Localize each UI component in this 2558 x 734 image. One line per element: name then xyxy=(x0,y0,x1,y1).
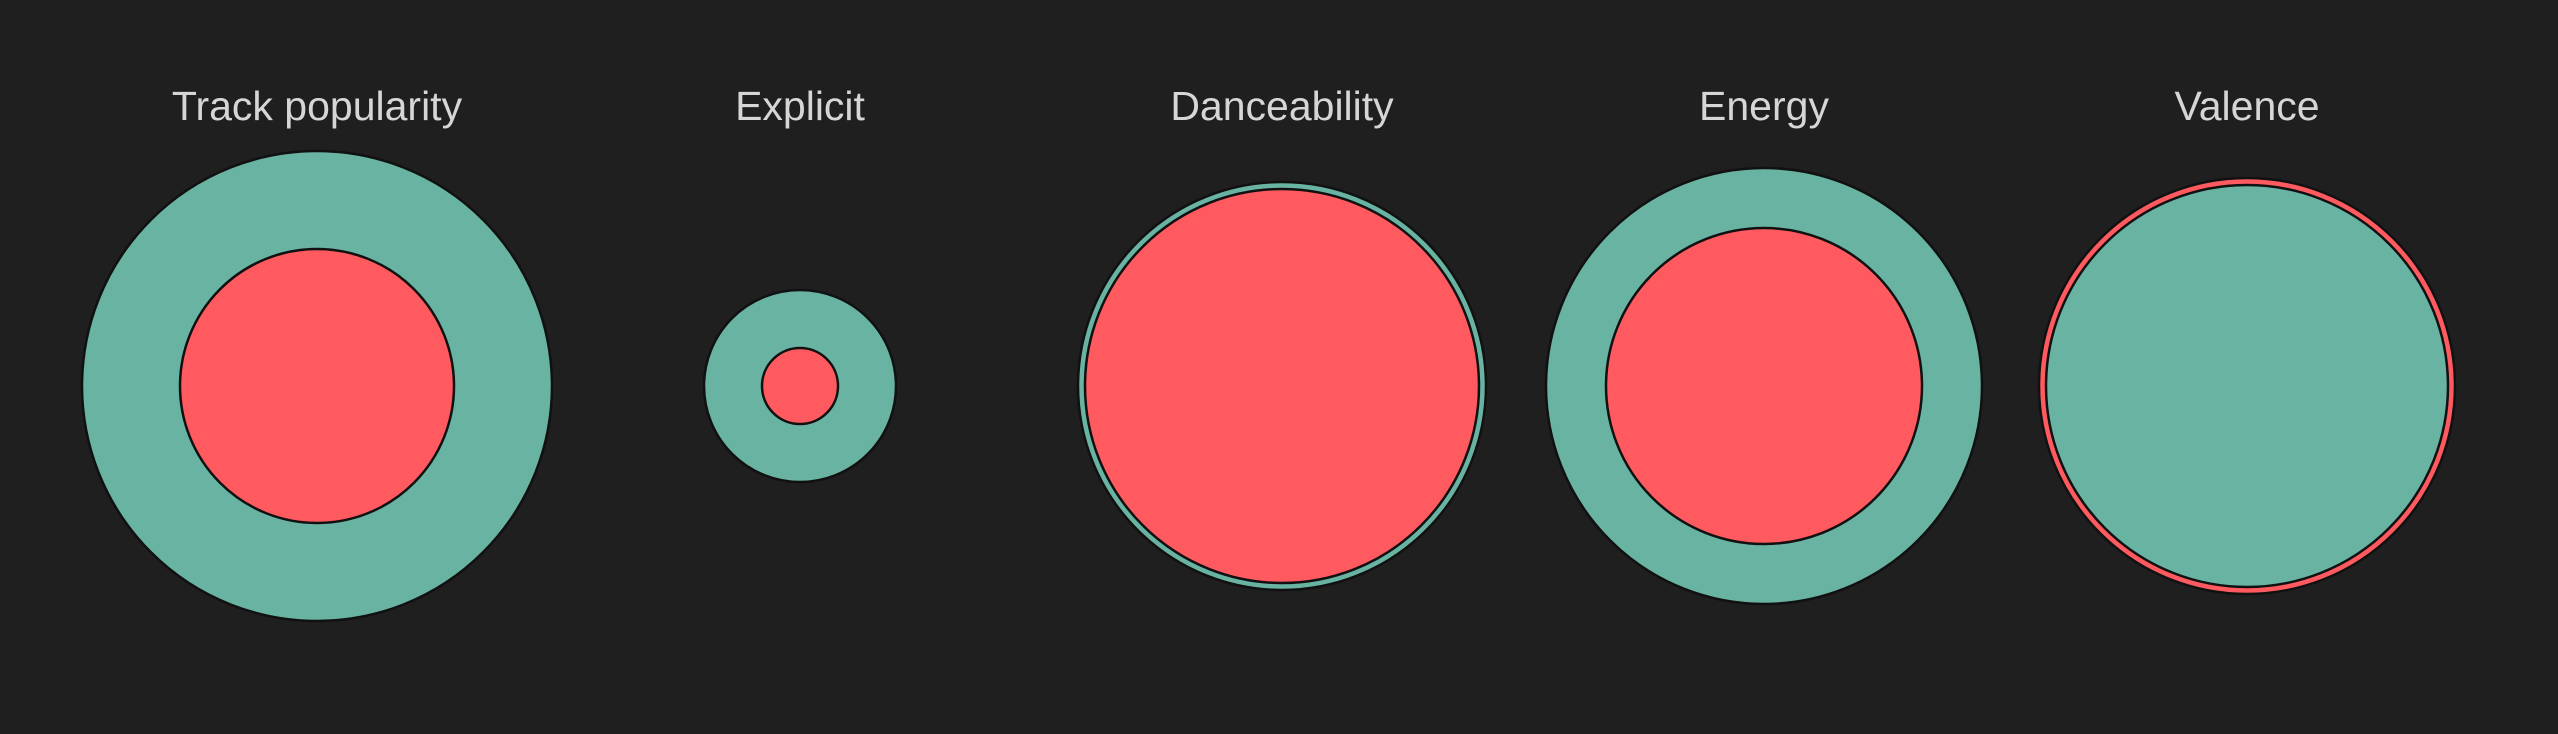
panel-title: Track popularity xyxy=(172,83,463,129)
panel-title: Energy xyxy=(1699,83,1829,129)
panel-title: Valence xyxy=(2174,83,2319,129)
inner-circle-red xyxy=(1604,226,1924,546)
panel-title: Danceability xyxy=(1170,83,1394,129)
inner-circle-red xyxy=(760,346,840,426)
inner-circle-red xyxy=(1083,187,1481,585)
panel-title: Explicit xyxy=(735,83,865,129)
panel-valence: Valence xyxy=(2037,83,2457,596)
nested-circle-chart: Track popularity Explicit Danceability E… xyxy=(80,83,2457,623)
panel-energy: Energy xyxy=(1544,83,1984,606)
inner-circle-red xyxy=(178,247,456,525)
inner-circle-teal xyxy=(2044,183,2450,589)
panel-danceability: Danceability xyxy=(1076,83,1488,592)
panel-track-popularity: Track popularity xyxy=(80,83,554,623)
panel-explicit: Explicit xyxy=(702,83,898,484)
